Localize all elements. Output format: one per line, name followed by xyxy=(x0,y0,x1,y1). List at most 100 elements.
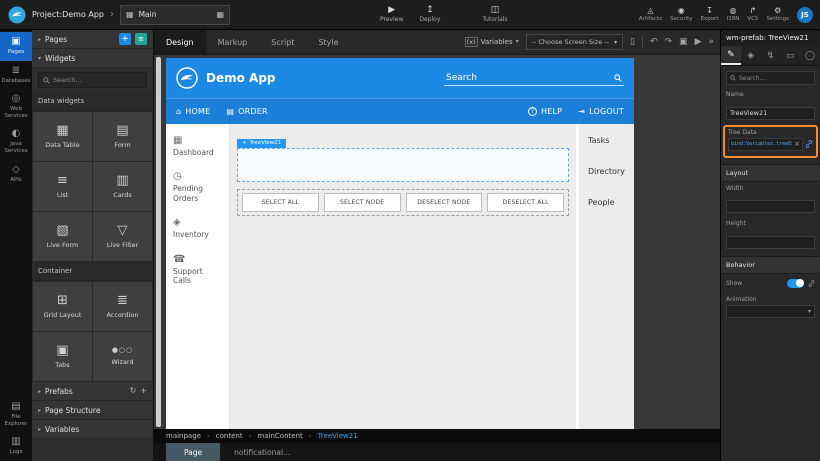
preview-button[interactable]: ▶ Preview xyxy=(380,6,403,23)
sidebar-item-support-calls[interactable]: ☎ Support Calls xyxy=(173,255,222,286)
preview-search-box[interactable]: Search xyxy=(444,71,624,86)
variables-section-header[interactable]: ▸ Variables xyxy=(32,420,153,439)
settings-button[interactable]: ⚙ Settings xyxy=(766,7,789,22)
page-list-button[interactable]: ≡ xyxy=(135,33,147,45)
run-icon[interactable]: ▶ xyxy=(695,38,702,47)
chevron-right-icon: ▸ xyxy=(38,426,41,433)
animation-select[interactable]: ▾ xyxy=(726,305,815,318)
pencil-icon: ✎ xyxy=(727,50,735,60)
link-directory[interactable]: Directory xyxy=(588,167,634,176)
pages-overview-icon: ▦ xyxy=(216,11,224,19)
page-tab[interactable]: Page xyxy=(166,443,220,461)
properties-search[interactable] xyxy=(726,71,815,85)
screen-size-select[interactable]: -- Choose Screen Size -- ▾ xyxy=(526,34,623,50)
select-node-button[interactable]: SELECT NODE xyxy=(324,193,401,212)
rail-item-apis[interactable]: ◇ APIs xyxy=(0,160,32,189)
design-canvas[interactable]: Demo App Search ⌂ HOME ▤ ORD xyxy=(166,58,634,429)
sidebar-item-dashboard[interactable]: ▦ Dashboard xyxy=(173,136,222,157)
buttons-group[interactable]: SELECT ALL SELECT NODE DESELECT NODE DES… xyxy=(237,189,569,216)
widget-tile-wizard[interactable]: ●○○ Wizard xyxy=(93,332,152,381)
variables-dropdown[interactable]: (x) Variables ▾ xyxy=(465,37,519,47)
layout-section-header: Layout xyxy=(721,164,820,182)
deselect-all-button[interactable]: DESELECT ALL xyxy=(487,193,564,212)
nav-help[interactable]: ? HELP xyxy=(528,107,562,116)
nav-logout[interactable]: ⇥ LOGOUT xyxy=(578,107,624,116)
tab-styles[interactable]: ◈ xyxy=(741,46,761,65)
copy-icon[interactable]: ▣ xyxy=(679,38,688,47)
sidebar-item-inventory[interactable]: ◈ Inventory xyxy=(173,218,222,239)
tab-properties[interactable]: ✎ xyxy=(721,46,741,65)
widget-tile-grid-layout[interactable]: ⊞ Grid Layout xyxy=(33,282,92,331)
tab-more[interactable]: ◯ xyxy=(800,46,820,65)
select-all-button[interactable]: SELECT ALL xyxy=(242,193,319,212)
widget-tile-live-form[interactable]: ▧ Live Form xyxy=(33,212,92,261)
deselect-node-button[interactable]: DESELECT NODE xyxy=(406,193,483,212)
pages-section-header[interactable]: ▸ Pages + ≡ xyxy=(32,30,153,49)
collapse-panel-icon[interactable]: » xyxy=(708,38,714,47)
selected-widget-chip[interactable]: + TreeView21 xyxy=(237,139,286,148)
widget-tile-list[interactable]: ≡ List xyxy=(33,162,92,211)
widget-tile-tabs[interactable]: ▣ Tabs xyxy=(33,332,92,381)
nav-home[interactable]: ⌂ HOME xyxy=(176,107,210,116)
tutorials-button[interactable]: ◫ Tutorials xyxy=(482,6,507,23)
mobile-preview-icon[interactable]: ▯ xyxy=(630,38,635,47)
bind-link-icon[interactable] xyxy=(805,140,813,148)
bind-link-icon[interactable] xyxy=(808,280,815,287)
height-input[interactable] xyxy=(726,236,815,249)
undo-icon[interactable]: ↶ xyxy=(650,38,658,47)
security-button[interactable]: ◉ Security xyxy=(670,7,693,22)
i18n-button[interactable]: ◍ I18N xyxy=(727,7,740,22)
rail-item-databases[interactable]: ≣ Databases xyxy=(0,61,32,90)
breadcrumb-content[interactable]: content xyxy=(216,432,243,440)
widget-tile-accordion[interactable]: ≣ Accordion xyxy=(93,282,152,331)
vcs-button[interactable]: ↱ VCS xyxy=(747,7,758,22)
rail-item-logs[interactable]: ▥ Logs xyxy=(0,432,32,461)
name-input[interactable] xyxy=(726,107,815,120)
add-page-button[interactable]: + xyxy=(119,33,131,45)
sidebar-item-pending-orders[interactable]: ◷ Pending Orders xyxy=(173,172,222,203)
export-button[interactable]: ↧ Export xyxy=(701,7,719,22)
rail-item-java-services[interactable]: ◐ Java Services xyxy=(0,124,32,159)
widgets-section-header[interactable]: ▾ Widgets xyxy=(32,49,153,68)
tab-design[interactable]: Design xyxy=(154,30,206,54)
styles-icon: ◈ xyxy=(747,51,754,61)
widget-search[interactable] xyxy=(38,72,147,88)
clear-binding-icon[interactable]: × xyxy=(794,141,800,148)
breadcrumb-mainpage[interactable]: mainpage xyxy=(166,432,201,440)
link-people[interactable]: People xyxy=(588,198,634,207)
tab-markup[interactable]: Markup xyxy=(206,30,260,54)
drag-handle-icon: + xyxy=(242,140,247,146)
widget-tile-cards[interactable]: ▥ Cards xyxy=(93,162,152,211)
user-avatar[interactable]: JS xyxy=(797,7,813,23)
add-prefab-icon[interactable]: + xyxy=(140,387,147,395)
breadcrumb-treeview21[interactable]: TreeView21 xyxy=(318,432,358,440)
redo-icon[interactable]: ↷ xyxy=(665,38,673,47)
page-structure-section-header[interactable]: ▸ Page Structure xyxy=(32,401,153,420)
tab-style[interactable]: Style xyxy=(306,30,350,54)
page-dropdown[interactable]: ▦ Main ▦ xyxy=(120,5,230,25)
breadcrumb-maincontent[interactable]: mainContent xyxy=(257,432,302,440)
canvas-scrollbar[interactable] xyxy=(156,57,161,427)
treeview-widget[interactable] xyxy=(237,148,569,182)
refresh-icon[interactable]: ↻ xyxy=(130,387,137,395)
nav-order[interactable]: ▤ ORDER xyxy=(226,107,267,116)
show-toggle[interactable] xyxy=(787,279,804,288)
prefabs-section-header[interactable]: ▸ Prefabs ↻ + xyxy=(32,382,153,401)
deploy-button[interactable]: ↥ Deploy xyxy=(419,6,440,23)
artifacts-button[interactable]: ◬ Artifacts xyxy=(639,7,662,22)
widget-tile-data-table[interactable]: ▦ Data Table xyxy=(33,112,92,161)
rail-item-web-services[interactable]: ◎ Web Services xyxy=(0,89,32,124)
tree-data-input[interactable]: bind:Variables.treeData.dataSet × xyxy=(728,138,803,151)
widget-tile-form[interactable]: ▤ Form xyxy=(93,112,152,161)
tab-events[interactable]: ↯ xyxy=(761,46,781,65)
tab-device[interactable]: ▭ xyxy=(780,46,800,65)
widget-search-input[interactable] xyxy=(53,76,142,84)
rail-item-file-explorer[interactable]: ▤ File Explorer xyxy=(0,397,32,432)
rail-item-pages[interactable]: ▣ Pages xyxy=(0,32,32,61)
widget-tile-live-filter[interactable]: ▽ Live Filter xyxy=(93,212,152,261)
link-tasks[interactable]: Tasks xyxy=(588,136,634,145)
width-input[interactable] xyxy=(726,200,815,213)
tab-script[interactable]: Script xyxy=(259,30,306,54)
preview-content[interactable]: + TreeView21 SELECT ALL SELECT NODE DESE… xyxy=(230,124,576,429)
properties-search-input[interactable] xyxy=(739,75,811,82)
